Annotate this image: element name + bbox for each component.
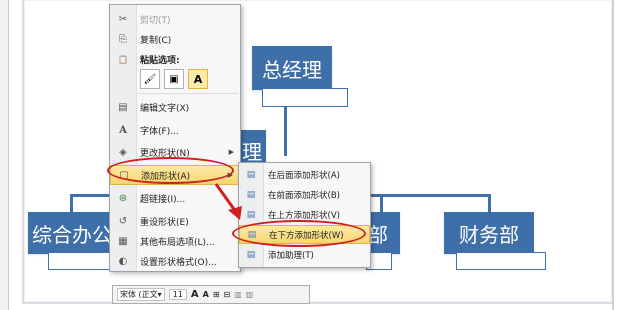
menu-item-copy[interactable]: ⎘ 复制(C) — [110, 29, 240, 49]
org-subnode[interactable] — [262, 88, 348, 107]
add-assistant-icon: ▤ — [246, 249, 256, 260]
font-family-dropdown[interactable]: 宋体 (正文▾ — [117, 288, 165, 301]
connector-left-vertical — [70, 194, 73, 212]
annotation-ring-add-below — [232, 220, 366, 247]
menu-item-more-layout[interactable]: ▦ 其他布局选项(L)... — [110, 231, 240, 251]
right-divider — [612, 0, 614, 310]
menu-item-font[interactable]: A 字体(F)... — [110, 120, 240, 140]
connector-top-vertical — [284, 106, 287, 156]
org-node-label: 理 — [242, 139, 262, 164]
org-node-label: 总经理 — [262, 57, 322, 82]
grow-font-icon[interactable]: A — [191, 289, 199, 300]
menu-item-label: 设置形状格式(O)... — [140, 257, 217, 268]
menu-separator — [138, 93, 238, 94]
paste-keep-format-icon[interactable]: 🖌 — [140, 69, 160, 89]
outline-icon[interactable]: ▥ — [246, 290, 254, 299]
font-icon: A — [119, 124, 127, 136]
left-window-strip — [0, 0, 9, 310]
org-node-label: 部 — [368, 222, 388, 247]
add-shape-submenu: ▤ 在后面添加形状(A) ▤ 在前面添加形状(B) ▤ 在上方添加形状(V) ▤… — [238, 162, 371, 268]
paste-picture-icon[interactable]: ▣ — [164, 69, 184, 89]
format-box-icon[interactable]: ⊞ — [213, 290, 220, 299]
hyperlink-icon: ⊛ — [118, 192, 128, 204]
submenu-item-label: 在上方添加形状(V) — [268, 210, 340, 221]
change-shape-icon: ◈ — [119, 146, 127, 158]
org-node-general-office[interactable]: 综合办公 — [28, 212, 114, 254]
menu-item-label: 编辑文字(X) — [140, 103, 190, 114]
mini-toolbar: 宋体 (正文▾ 11 A A ⊞ ⊟ ▥ ▥ — [112, 285, 310, 304]
org-subnode[interactable] — [456, 252, 546, 270]
menu-item-label: 重设形状(E) — [140, 217, 189, 228]
paste-text-only-icon[interactable]: A — [188, 69, 208, 89]
annotation-arrow — [214, 183, 242, 220]
font-size-dropdown[interactable]: 11 — [168, 289, 187, 300]
shrink-font-icon[interactable]: A — [203, 290, 209, 299]
submenu-item-label: 添加助理(T) — [268, 250, 314, 261]
menu-item-label: 字体(F)... — [140, 126, 179, 137]
submenu-item-add-before[interactable]: ▤ 在前面添加形状(B) — [239, 185, 370, 204]
reset-shape-icon: ↺ — [118, 215, 128, 227]
submenu-item-label: 在后面添加形状(A) — [268, 170, 340, 181]
connector-right-vertical — [380, 194, 383, 212]
submenu-item-add-after[interactable]: ▤ 在后面添加形状(A) — [239, 165, 370, 184]
submenu-item-label: 在前面添加形状(B) — [268, 190, 340, 201]
menu-item-label: 剪切(T) — [140, 15, 171, 26]
menu-item-paste-options: 📋 粘贴选项: — [110, 49, 240, 69]
paste-options-row: 🖌 ▣ A — [140, 69, 208, 89]
fill-icon[interactable]: ▥ — [234, 290, 242, 299]
menu-item-format-shape[interactable]: ◐ 设置形状格式(O)... — [110, 251, 240, 271]
org-node-finance[interactable]: 财务部 — [444, 212, 534, 254]
layout-icon: ▦ — [118, 235, 128, 247]
add-after-icon: ▤ — [246, 169, 256, 180]
menu-item-label: 超链接(I)... — [140, 194, 186, 205]
format-box2-icon[interactable]: ⊟ — [224, 290, 231, 299]
submenu-item-add-assistant[interactable]: ▤ 添加助理(T) — [239, 245, 370, 264]
context-menu: ✂ 剪切(T) ⎘ 复制(C) 📋 粘贴选项: 🖌 ▣ A ▤ 编辑文字(X) … — [109, 4, 241, 272]
format-shape-icon: ◐ — [118, 255, 128, 267]
scissors-icon: ✂ — [118, 13, 128, 25]
edit-text-icon: ▤ — [118, 101, 128, 113]
chevron-right-icon: ▶ — [228, 148, 234, 156]
menu-item-edit-text[interactable]: ▤ 编辑文字(X) — [110, 97, 240, 117]
paste-icon: 📋 — [118, 54, 128, 64]
org-node-general-manager[interactable]: 总经理 — [252, 46, 332, 90]
org-node-label: 综合办公 — [32, 222, 112, 247]
menu-item-label: 其他布局选项(L)... — [140, 237, 215, 248]
menu-item-label: 复制(C) — [140, 35, 172, 46]
menu-item-cut[interactable]: ✂ 剪切(T) — [110, 9, 240, 29]
copy-icon: ⎘ — [119, 33, 127, 45]
menu-item-label: 粘贴选项: — [140, 55, 180, 66]
org-node-label: 财务部 — [459, 222, 519, 247]
connector-finance-vertical — [488, 194, 491, 212]
